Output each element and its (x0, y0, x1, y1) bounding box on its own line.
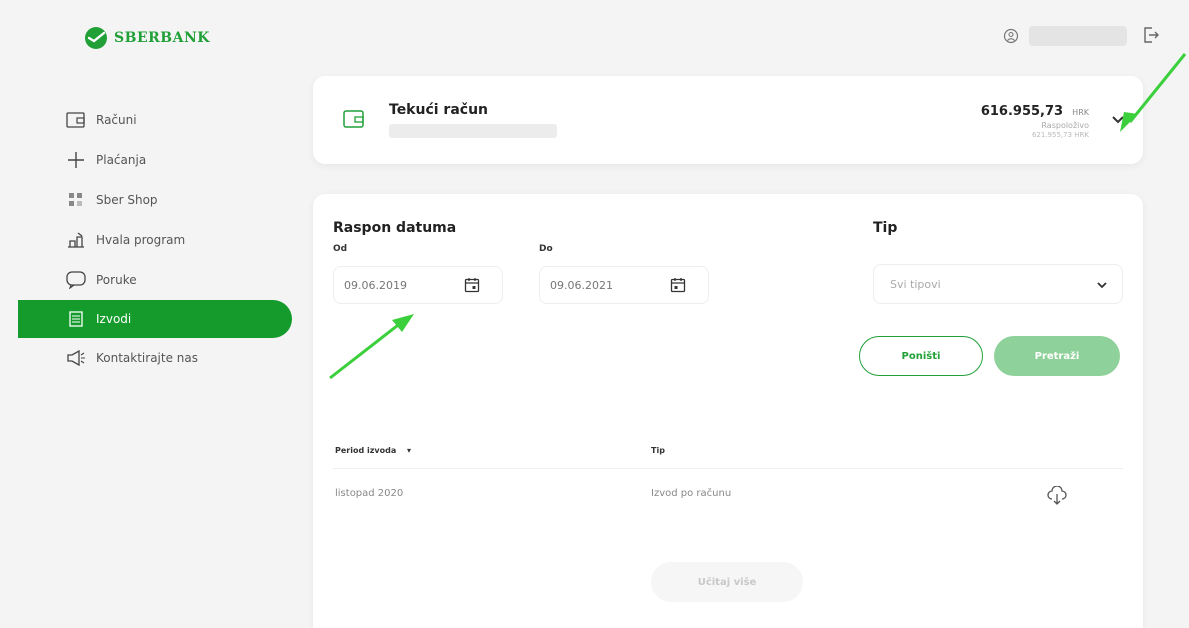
sidebar-item-poruke[interactable]: Poruke (0, 260, 300, 300)
chevron-down-icon (1097, 282, 1107, 289)
balance-amount: 616.955,73 (980, 104, 1064, 119)
megaphone-icon (66, 348, 86, 368)
column-header-period[interactable]: Period izvoda ▾ (335, 446, 411, 455)
sidebar-item-placanja[interactable]: Plaćanja (0, 140, 300, 180)
sidebar-item-hvala-program[interactable]: Hvala program (0, 220, 300, 260)
date-to-field[interactable]: 09.06.2021 (539, 266, 709, 304)
sidebar-item-kontakt[interactable]: Kontaktirajte nas (0, 338, 300, 378)
load-more-button[interactable]: Učitaj više (651, 562, 803, 602)
account-balance: 616.955,73 HRK Raspoloživo 621.955,73 HR… (981, 100, 1089, 139)
reset-button[interactable]: Poništi (859, 336, 983, 376)
chevron-down-icon[interactable] (1111, 114, 1125, 126)
balance-currency: HRK (1072, 108, 1089, 117)
plus-icon (66, 150, 86, 170)
gift-icon (66, 230, 86, 250)
wallet-icon (66, 110, 86, 130)
row-type: Izvod po računu (651, 488, 732, 499)
chat-icon (66, 270, 86, 290)
wallet-icon (343, 110, 364, 128)
calendar-icon[interactable] (670, 277, 686, 293)
type-title: Tip (873, 220, 898, 236)
date-range-title: Raspon datuma (333, 220, 457, 236)
sidebar-item-label: Plaćanja (96, 153, 147, 167)
sidebar-item-label: Računi (96, 113, 137, 127)
table-divider (333, 468, 1123, 469)
brand-logo[interactable]: SBERBANK (84, 26, 210, 50)
date-from-field[interactable]: 09.06.2019 (333, 266, 503, 304)
document-icon (66, 309, 86, 329)
user-menu[interactable]: Korisnik (1003, 26, 1127, 46)
account-number: HR0000000000000000000 (389, 124, 557, 138)
type-select[interactable]: Svi tipovi (873, 264, 1123, 304)
sort-down-icon: ▾ (407, 446, 412, 455)
account-card[interactable]: Tekući račun HR0000000000000000000 616.9… (313, 76, 1143, 164)
available-label: Raspoloživo (1041, 121, 1089, 130)
type-select-value: Svi tipovi (890, 277, 941, 291)
calendar-icon[interactable] (464, 277, 480, 293)
logout-icon[interactable] (1142, 26, 1160, 44)
user-name: Korisnik (1029, 26, 1127, 46)
sidebar-item-label: Izvodi (96, 312, 132, 326)
column-header-type: Tip (651, 446, 665, 455)
available-value: 621.955,73 HRK (1031, 131, 1089, 139)
download-icon[interactable] (1047, 486, 1067, 506)
grid-icon (66, 190, 86, 210)
date-to-value: 09.06.2021 (550, 278, 613, 292)
date-from-value: 09.06.2019 (344, 278, 407, 292)
search-button[interactable]: Pretraži (994, 336, 1120, 376)
sidebar-item-sber-shop[interactable]: Sber Shop (0, 180, 300, 220)
row-period: listopad 2020 (335, 488, 404, 499)
statements-card: Raspon datuma Od Do 09.06.2019 09.06.202… (313, 194, 1143, 628)
brand-name: SBERBANK (114, 30, 210, 46)
user-icon (1003, 28, 1019, 44)
sidebar-item-label: Kontaktirajte nas (96, 351, 198, 365)
sidebar-item-label: Sber Shop (96, 193, 158, 207)
account-title: Tekući račun (389, 102, 489, 118)
from-label: Od (333, 244, 348, 254)
sidebar-nav: Računi Plaćanja Sber Shop Hvala program … (0, 100, 300, 378)
to-label: Do (539, 244, 553, 254)
sidebar-item-label: Hvala program (96, 233, 186, 247)
sidebar-item-label: Poruke (96, 273, 137, 287)
sidebar-item-izvodi[interactable]: Izvodi (18, 300, 292, 338)
sidebar-item-racuni[interactable]: Računi (0, 100, 300, 140)
sberbank-logo-icon (85, 27, 107, 49)
column-header-label: Period izvoda (335, 446, 397, 455)
